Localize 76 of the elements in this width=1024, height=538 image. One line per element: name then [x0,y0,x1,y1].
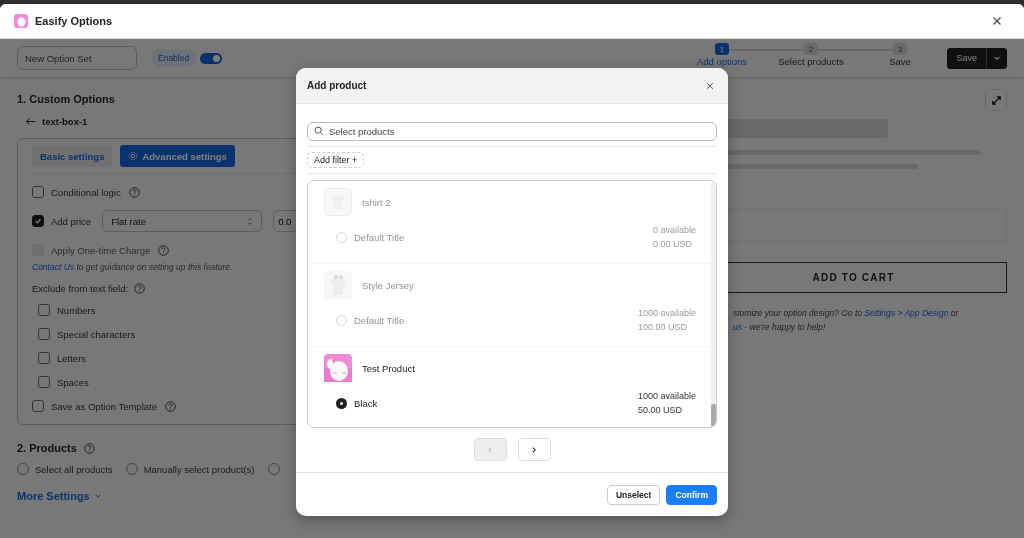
price-text: 100.00 USD [637,322,688,332]
option-set-name-field[interactable]: New Option Set [17,46,137,70]
help-icon[interactable] [158,244,170,256]
checkbox[interactable] [32,400,44,412]
checkbox-label: Save as Option Template [51,400,157,412]
up-down-chevron-icon [247,216,254,226]
variant-name: Black [354,397,378,409]
field-label: Exclude from text field: [32,282,129,294]
caret-icon [993,54,1001,62]
checkbox[interactable] [38,328,50,340]
app-logo-icon [14,14,28,28]
help-icon[interactable] [83,442,95,454]
close-icon[interactable] [706,81,714,90]
contact-link[interactable]: Contact Us [32,262,75,272]
link[interactable]: us [733,322,742,332]
stock-text: 0 available [652,225,696,235]
radio-label: Select all products [35,463,113,475]
price-text: 0.00 USD [652,239,693,249]
checkbox-label: Conditional logic [51,186,121,198]
variant-name: Default Title [354,231,405,243]
enabled-toggle[interactable] [200,52,223,64]
dialog-title: Add product [307,80,367,91]
stock-text: 1000 available [637,391,696,401]
option-name: text-box-1 [42,116,88,127]
checkbox-label: Letters [57,352,87,364]
help-icon[interactable] [165,400,176,412]
scrollbar[interactable] [711,181,716,427]
back-arrow-icon[interactable] [25,117,36,126]
checkmark-icon [34,217,42,225]
product-name: Test Product [362,362,415,374]
expand-icon [990,94,1002,106]
checkbox-label: Apply One-time Charge [51,244,151,256]
radio-button[interactable] [125,463,138,475]
window-title: Easify Options [35,15,113,27]
save-button[interactable]: Save [947,47,987,69]
search-icon [314,126,324,136]
help-text: stomize your option design? Go to Settings > App Design or us - we're happy to help! [733,307,960,334]
checkbox-label: Add price [51,215,92,227]
product-name: tshirt 2 [362,196,391,208]
step[interactable]: 1 Add options [677,43,767,67]
checkbox[interactable] [32,215,44,227]
radio-button[interactable] [336,397,347,409]
chevron-down-icon [93,492,102,500]
more-settings-link[interactable]: More Settings [17,490,102,502]
checkbox-label: Spaces [57,376,89,388]
help-icon[interactable] [128,186,140,198]
expand-button[interactable] [985,89,1007,111]
checkbox-label: Numbers [57,304,96,316]
checkbox[interactable] [38,304,50,316]
settings-tab[interactable]: Advanced settings [120,145,235,167]
confirm-button[interactable]: Confirm [666,484,717,505]
section-heading: 2. Products [17,442,77,454]
variant-name: Default Title [354,314,405,326]
link[interactable]: Settings > App Design [864,308,949,318]
add-filter-button[interactable]: Add filter + [307,152,365,168]
chevron-right-icon [530,445,538,454]
status-badge: Enabled [151,49,197,67]
settings-tab[interactable]: Basic settings [32,145,113,167]
unselect-button[interactable]: Unselect [606,484,661,505]
radio-button[interactable] [17,463,29,475]
checkbox[interactable] [38,376,50,388]
checkbox-label: Special characters [57,328,136,340]
radio-label: Manually select product(s) [143,463,255,475]
checkbox[interactable] [32,186,44,198]
gear-icon [128,151,139,161]
radio-button[interactable] [267,463,280,475]
help-icon[interactable] [134,282,146,294]
stock-text: 1000 available [637,308,696,318]
product-name: Style Jersey [362,279,414,291]
price-text: 50.00 USD [637,405,683,415]
price-type-select[interactable]: Flat rate [102,210,263,232]
section-heading: 1. Custom Options [17,93,116,105]
checkbox[interactable] [38,352,50,364]
chevron-left-icon [486,445,494,454]
search-field[interactable]: Select products [307,122,717,141]
close-icon[interactable] [992,16,1002,26]
